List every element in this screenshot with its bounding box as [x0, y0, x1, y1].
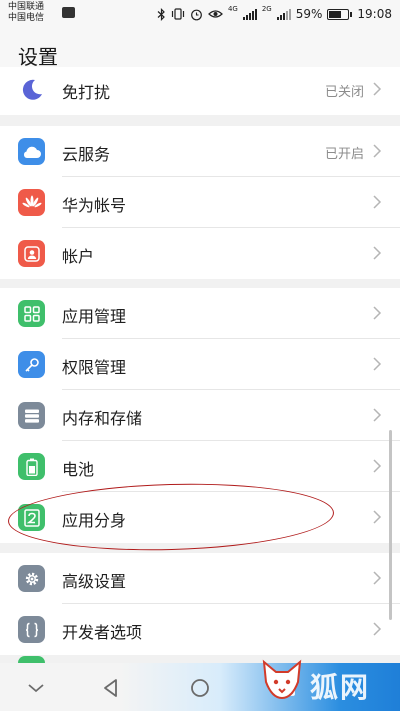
chevron-right-icon	[373, 459, 382, 473]
status-icons: 4G 2G 59% 19:08	[157, 5, 392, 23]
clock: 19:08	[357, 7, 392, 21]
chevron-right-icon	[373, 306, 382, 320]
settings-group-dnd: 免打扰 已关闭	[0, 67, 400, 115]
eye-comfort-icon	[208, 10, 223, 18]
storage-icon	[18, 402, 45, 429]
network-type-1: 4G	[227, 5, 238, 13]
braces-icon	[18, 616, 45, 643]
chevron-right-icon	[373, 144, 382, 158]
settings-item-label: 华为帐号	[62, 196, 127, 215]
chevron-right-icon	[373, 622, 382, 636]
huawei-logo-icon	[18, 189, 45, 216]
app-twin-icon	[18, 504, 45, 531]
carrier-1: 中国联通	[8, 2, 45, 12]
chevron-right-icon	[373, 408, 382, 422]
chevron-right-icon	[373, 195, 382, 209]
settings-item-value: 已关闭	[324, 85, 364, 100]
settings-group-advanced: 高级设置 开发者选项	[0, 553, 400, 655]
chevron-right-icon	[373, 510, 382, 524]
battery-icon	[18, 453, 45, 480]
settings-item-advanced[interactable]: 高级设置	[0, 553, 400, 604]
navigation-bar	[0, 663, 400, 711]
app-grid-icon	[18, 300, 45, 327]
status-bar: 中国联通 中国电信 4G 2G 59% 19:08	[0, 0, 400, 28]
settings-item-storage[interactable]: 内存和存储	[0, 390, 400, 441]
settings-item-huawei-id[interactable]: 华为帐号	[0, 177, 400, 228]
bluetooth-icon	[157, 7, 165, 21]
settings-item-do-not-disturb[interactable]: 免打扰 已关闭	[0, 67, 400, 115]
network-type-2: 2G	[261, 5, 272, 13]
settings-item-label: 高级设置	[62, 572, 127, 591]
settings-item-label: 云服务	[62, 145, 111, 164]
settings-item-label: 电池	[62, 460, 95, 479]
alarm-icon	[191, 9, 202, 20]
battery-percent: 59%	[295, 7, 323, 21]
page-title: 设置	[18, 45, 58, 69]
settings-item-label: 帐户	[62, 247, 95, 266]
list-item-partial	[18, 656, 45, 663]
carrier-names: 中国联通 中国电信	[8, 2, 44, 24]
carrier-2: 中国电信	[8, 13, 45, 23]
settings-item-label: 内存和存储	[62, 409, 143, 428]
settings-item-label: 权限管理	[62, 358, 127, 377]
gear-icon	[18, 565, 45, 592]
vibrate-icon	[171, 8, 185, 20]
settings-item-app-management[interactable]: 应用管理	[0, 288, 400, 339]
battery-icon	[327, 8, 353, 20]
settings-item-app-twin[interactable]: 应用分身	[0, 492, 400, 543]
moon-icon	[18, 76, 45, 103]
home-icon[interactable]	[188, 676, 212, 700]
account-icon	[18, 240, 45, 267]
recents-icon[interactable]	[275, 676, 299, 700]
settings-item-accounts[interactable]: 帐户	[0, 228, 400, 279]
settings-item-battery[interactable]: 电池	[0, 441, 400, 492]
settings-group-accounts: 云服务 已开启 华为帐号 帐户	[0, 126, 400, 279]
signal-1-icon	[242, 8, 257, 20]
chevron-right-icon	[373, 246, 382, 260]
hide-nav-icon[interactable]	[24, 676, 48, 700]
chevron-right-icon	[373, 357, 382, 371]
settings-item-label: 开发者选项	[62, 623, 143, 642]
scrollbar[interactable]	[389, 430, 392, 620]
settings-item-label: 应用管理	[62, 307, 127, 326]
settings-item-developer[interactable]: 开发者选项	[0, 604, 400, 655]
back-icon[interactable]	[99, 676, 123, 700]
settings-group-apps: 应用管理 权限管理 内存和存储 电池 应用分身	[0, 288, 400, 543]
key-icon	[18, 351, 45, 378]
settings-item-label: 免打扰	[62, 83, 111, 102]
settings-item-value: 已开启	[324, 147, 364, 162]
cloud-icon	[18, 138, 45, 165]
signal-2-icon	[276, 8, 291, 20]
notification-icon	[62, 7, 75, 18]
settings-item-permissions[interactable]: 权限管理	[0, 339, 400, 390]
settings-item-label: 应用分身	[62, 511, 127, 530]
chevron-right-icon	[373, 571, 382, 585]
chevron-right-icon	[373, 82, 382, 96]
settings-item-cloud[interactable]: 云服务 已开启	[0, 126, 400, 177]
